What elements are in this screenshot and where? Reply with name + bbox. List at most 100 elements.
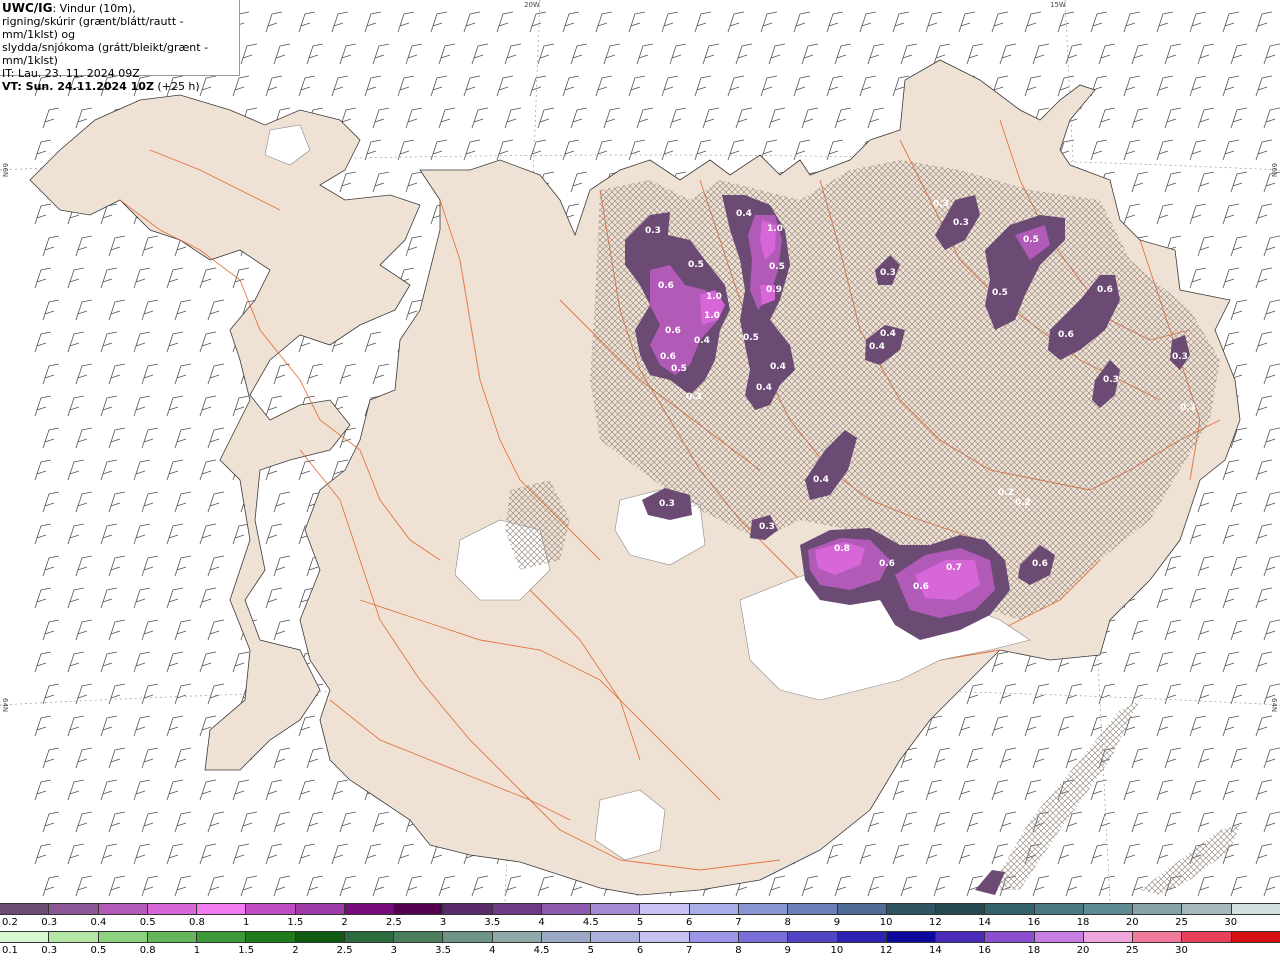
lon-label-15w: 15W xyxy=(1050,1,1066,9)
scale-label: 0.8 xyxy=(139,945,156,956)
scale-swatch xyxy=(394,904,444,914)
value-label: 0.3 xyxy=(1103,375,1119,385)
scale-swatch xyxy=(246,904,296,914)
scale-swatch xyxy=(344,904,395,914)
scale-label: 12 xyxy=(929,917,942,928)
scale-swatch xyxy=(443,904,493,914)
value-label: 0.5 xyxy=(671,364,687,374)
scale-swatch xyxy=(1231,932,1280,942)
value-label: 0.6 xyxy=(1058,330,1074,340)
value-label: 0.6 xyxy=(1032,559,1048,569)
color-scale-snow xyxy=(0,903,1280,915)
value-label: 0.5 xyxy=(769,262,785,272)
scale-label: 0.3 xyxy=(41,917,58,928)
scale-label: 9 xyxy=(833,917,841,928)
model-name: UWC/IG xyxy=(2,1,53,15)
scale-labels-snow: 0.2 0.3 0.4 0.5 0.8 1 1.5 2 2.5 3 3.5 4 4.5 5 6 7 8 9 10 12… xyxy=(0,917,1280,931)
value-label: 0.2 xyxy=(1015,498,1031,508)
scale-label: 5 xyxy=(636,917,644,928)
scale-swatch xyxy=(1133,932,1183,942)
scale-swatch xyxy=(147,932,198,942)
value-label: 0.4 xyxy=(770,362,786,372)
scale-label: 30 xyxy=(1175,945,1188,956)
color-scale-rain xyxy=(0,931,1280,943)
scale-label: 30 xyxy=(1224,917,1238,928)
value-label: 0.3 xyxy=(759,522,775,532)
scale-swatch xyxy=(1083,904,1134,914)
value-label: 0.6 xyxy=(658,281,674,291)
scale-label: 3 xyxy=(390,945,398,956)
scale-swatch xyxy=(197,932,247,942)
value-label: 0.6 xyxy=(660,352,676,362)
value-label: 0.5 xyxy=(743,333,759,343)
value-label: 0.3 xyxy=(1172,352,1188,362)
scale-labels-rain: 0.1 0.3 0.5 0.8 1 1.5 2 2.5 3 3.5 4 4.5 5 6 7 8 9 10 12 14 1… xyxy=(0,945,1280,959)
scale-label: 25 xyxy=(1125,945,1139,956)
title-line: UWC/IG: Vindur (10m), xyxy=(2,1,239,16)
scale-label: 20 xyxy=(1076,945,1090,956)
scale-label: 8 xyxy=(784,917,791,928)
scale-label: 16 xyxy=(1027,917,1041,928)
scale-swatch xyxy=(295,932,345,942)
scale-swatch xyxy=(837,932,887,942)
scale-swatch xyxy=(394,932,444,942)
lat-label-64n-right: 64N xyxy=(1270,698,1278,713)
scale-swatch xyxy=(147,904,198,914)
value-label: 0.4 xyxy=(880,329,896,339)
value-label: 0.6 xyxy=(879,559,895,569)
value-label: 1.0 xyxy=(706,292,722,302)
title-rest: : Vindur (10m), xyxy=(52,2,136,15)
scale-swatch xyxy=(1231,904,1280,914)
scale-swatch xyxy=(640,932,690,942)
scale-swatch xyxy=(886,932,937,942)
scale-label: 14 xyxy=(929,945,942,956)
legend-line-rain: rigning/skúrir (grænt/blátt/rautt - mm/1… xyxy=(2,15,184,41)
scale-swatch xyxy=(1034,904,1084,914)
lat-label-66n-right: 66N xyxy=(1270,163,1278,178)
scale-label: 7 xyxy=(686,945,693,956)
scale-label: 14 xyxy=(978,917,991,928)
scale-label: 4 xyxy=(538,917,545,928)
scale-swatch xyxy=(788,932,838,942)
scale-swatch xyxy=(1182,932,1232,942)
scale-label: 3.5 xyxy=(484,917,501,928)
scale-label: 7 xyxy=(735,917,742,928)
scale-label: 4.5 xyxy=(533,945,550,956)
valid-time-line: VT: Sun. 24.11.2024 10Z (+25 h) xyxy=(2,80,239,93)
scale-swatch xyxy=(49,904,99,914)
scale-swatch xyxy=(49,932,99,942)
scale-label: 5 xyxy=(587,945,594,956)
scale-label: 6 xyxy=(686,917,693,928)
value-label: 0.6 xyxy=(1097,285,1113,295)
scale-label: 2 xyxy=(292,945,299,956)
scale-swatch xyxy=(985,932,1035,942)
scale-label: 0.3 xyxy=(41,945,58,956)
scale-label: 0.4 xyxy=(90,917,107,928)
scale-label: 0.1 xyxy=(2,945,18,956)
scale-label: 1 xyxy=(242,917,250,928)
value-label: 0.3 xyxy=(880,268,896,278)
scale-swatch xyxy=(246,932,296,942)
value-label: 0.3 xyxy=(933,199,949,209)
scale-swatch xyxy=(591,904,641,914)
value-label: 1.0 xyxy=(704,311,720,321)
scale-swatch xyxy=(541,932,592,942)
scale-swatch xyxy=(936,932,986,942)
scale-label: 0.5 xyxy=(139,917,156,928)
scale-label: 10 xyxy=(879,917,893,928)
value-label: 0.4 xyxy=(869,342,885,352)
scale-label: 0.2 xyxy=(2,917,18,928)
scale-label: 0.5 xyxy=(90,945,107,956)
value-label: 0.2 xyxy=(998,488,1014,498)
value-label: 0.4 xyxy=(756,383,772,393)
value-label: 0.8 xyxy=(834,544,850,554)
value-label: 0.5 xyxy=(992,288,1008,298)
scale-swatch xyxy=(1034,932,1084,942)
scale-swatch xyxy=(936,904,986,914)
scale-swatch xyxy=(1083,932,1134,942)
scale-label: 4 xyxy=(489,945,496,956)
value-label: 1.0 xyxy=(767,224,783,234)
scale-swatch xyxy=(492,932,542,942)
scale-label: 18 xyxy=(1076,917,1090,928)
scale-label: 3.5 xyxy=(435,945,452,956)
